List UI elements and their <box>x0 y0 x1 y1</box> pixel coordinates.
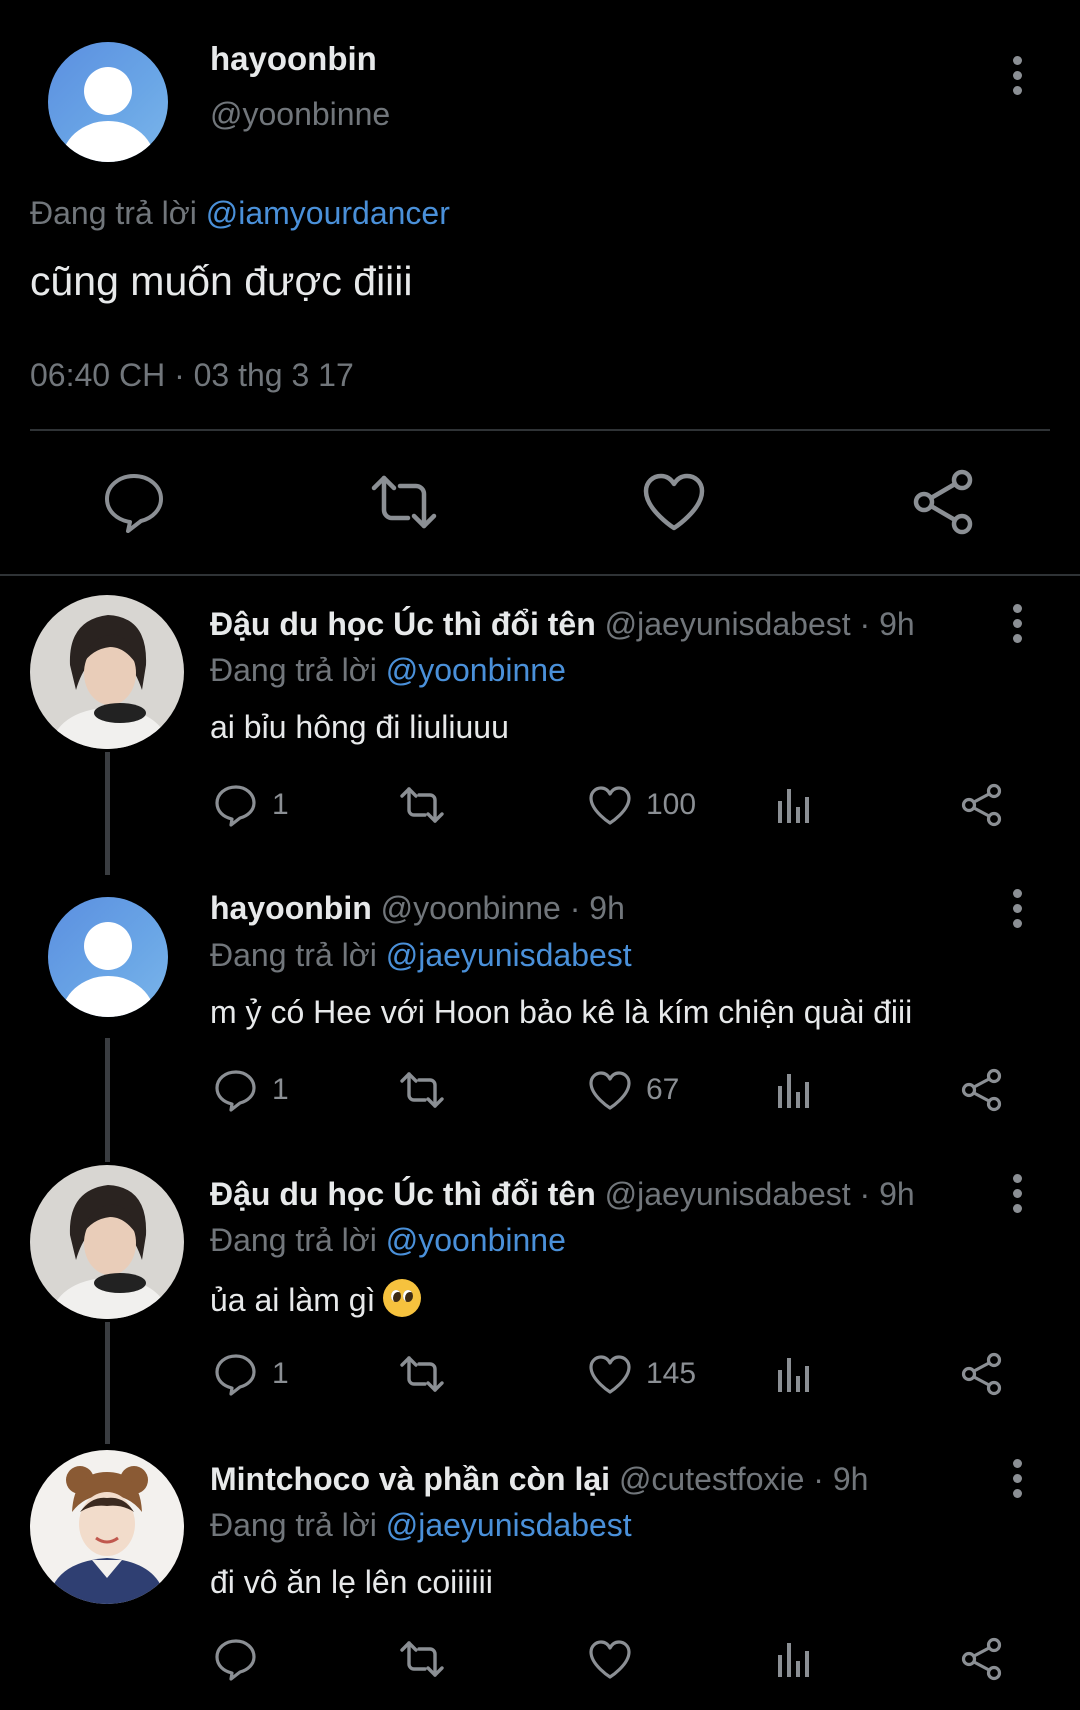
replying-to: Đang trả lời @yoonbinne <box>210 1222 566 1258</box>
more-icon[interactable] <box>1002 56 1032 98</box>
pleading-face-emoji <box>383 1279 422 1317</box>
replying-to-link[interactable]: @jaeyunisdabest <box>386 937 632 973</box>
divider <box>0 574 1080 576</box>
reply-count: 1 <box>272 788 289 821</box>
replying-to-link[interactable]: @jaeyunisdabest <box>386 1507 632 1543</box>
like-count: 145 <box>646 1357 697 1390</box>
like-button[interactable]: 100 <box>586 781 696 829</box>
reply-count: 1 <box>272 1073 289 1106</box>
like-count: 100 <box>646 788 697 821</box>
like-button[interactable]: 145 <box>586 1350 696 1398</box>
analytics-icon[interactable] <box>772 781 820 829</box>
avatar[interactable] <box>30 1450 184 1604</box>
reply-text: m ỷ có Hee với Hoon bảo kê là kím chiện … <box>210 994 913 1030</box>
like-count: 67 <box>646 1073 680 1106</box>
author-handle[interactable]: @yoonbinne <box>381 890 561 926</box>
reply-time: · 9h <box>569 890 625 926</box>
more-icon[interactable] <box>1002 604 1032 646</box>
avatar[interactable] <box>30 595 184 749</box>
replying-to: Đang trả lời @yoonbinne <box>210 652 566 688</box>
more-icon[interactable] <box>1002 889 1032 931</box>
reply-icon <box>215 1639 256 1681</box>
retweet-icon[interactable] <box>398 1350 446 1398</box>
like-icon <box>589 786 631 825</box>
author-name[interactable]: Đậu du học Úc thì đổi tên <box>210 606 596 642</box>
reply-header: hayoonbin @yoonbinne · 9h <box>210 890 625 927</box>
reply-button[interactable]: 1 <box>212 1066 289 1114</box>
replying-to-link[interactable]: @yoonbinne <box>386 652 566 688</box>
replying-to-link[interactable]: @iamyourdancer <box>206 195 450 231</box>
reply-count: 1 <box>272 1357 289 1390</box>
replying-to: Đang trả lời @jaeyunisdabest <box>210 937 632 973</box>
reply-icon <box>215 1354 256 1396</box>
like-icon[interactable] <box>638 466 710 538</box>
like-icon[interactable] <box>586 1635 634 1683</box>
retweet-icon[interactable] <box>398 1635 446 1683</box>
author-handle[interactable]: @yoonbinne <box>210 96 390 133</box>
reply-header: Đậu du học Úc thì đổi tên @jaeyunisdabes… <box>210 606 915 643</box>
reply-text: đi vô ăn lẹ lên coiiiiii <box>210 1564 493 1600</box>
analytics-icon[interactable] <box>772 1350 820 1398</box>
avatar[interactable] <box>48 42 168 162</box>
share-icon[interactable] <box>908 466 980 538</box>
reply-time: · 9h <box>859 606 915 642</box>
retweet-icon[interactable] <box>368 466 440 538</box>
thread-line <box>105 1038 110 1162</box>
like-button[interactable]: 67 <box>586 1066 679 1114</box>
reply-icon <box>215 785 256 827</box>
reply-button[interactable]: 1 <box>212 781 289 829</box>
divider <box>30 429 1050 431</box>
avatar[interactable] <box>48 897 168 1017</box>
like-icon <box>589 1071 631 1110</box>
avatar[interactable] <box>30 1165 184 1319</box>
share-icon[interactable] <box>958 781 1006 829</box>
thread-line <box>105 1322 110 1444</box>
replying-to: Đang trả lời @jaeyunisdabest <box>210 1507 632 1543</box>
reply-time: · 9h <box>859 1176 915 1212</box>
reply-text: ai bỉu hông đi liuliuuu <box>210 709 509 745</box>
analytics-icon[interactable] <box>772 1635 820 1683</box>
retweet-icon[interactable] <box>398 1066 446 1114</box>
reply-header: Đậu du học Úc thì đổi tên @jaeyunisdabes… <box>210 1176 915 1213</box>
share-icon[interactable] <box>958 1066 1006 1114</box>
share-icon[interactable] <box>958 1350 1006 1398</box>
like-icon <box>589 1355 631 1394</box>
replying-to-link[interactable]: @yoonbinne <box>386 1222 566 1258</box>
reply-text: ủa ai làm gì <box>210 1279 422 1319</box>
author-handle[interactable]: @jaeyunisdabest <box>605 606 851 642</box>
reply-header: Mintchoco và phần còn lại @cutestfoxie ·… <box>210 1461 868 1498</box>
reply-button[interactable] <box>212 1635 260 1683</box>
retweet-icon[interactable] <box>398 781 446 829</box>
analytics-icon[interactable] <box>772 1066 820 1114</box>
author-name[interactable]: Đậu du học Úc thì đổi tên <box>210 1176 596 1212</box>
more-icon[interactable] <box>1002 1174 1032 1216</box>
more-icon[interactable] <box>1002 1459 1032 1501</box>
replying-to: Đang trả lời @iamyourdancer <box>30 195 450 231</box>
author-name[interactable]: hayoonbin <box>210 40 377 78</box>
reply-button[interactable]: 1 <box>212 1350 289 1398</box>
reply-icon <box>215 1070 256 1112</box>
reply-time: · 9h <box>813 1461 869 1497</box>
tweet-timestamp[interactable]: 06:40 CH · 03 thg 3 17 <box>30 357 354 394</box>
tweet-text: cũng muốn được điiii <box>30 258 413 304</box>
thread-line <box>105 752 110 875</box>
author-name[interactable]: hayoonbin <box>210 890 372 926</box>
reply-icon[interactable] <box>98 466 170 538</box>
author-handle[interactable]: @jaeyunisdabest <box>605 1176 851 1212</box>
author-name[interactable]: Mintchoco và phần còn lại <box>210 1461 610 1497</box>
author-handle[interactable]: @cutestfoxie <box>619 1461 804 1497</box>
share-icon[interactable] <box>958 1635 1006 1683</box>
